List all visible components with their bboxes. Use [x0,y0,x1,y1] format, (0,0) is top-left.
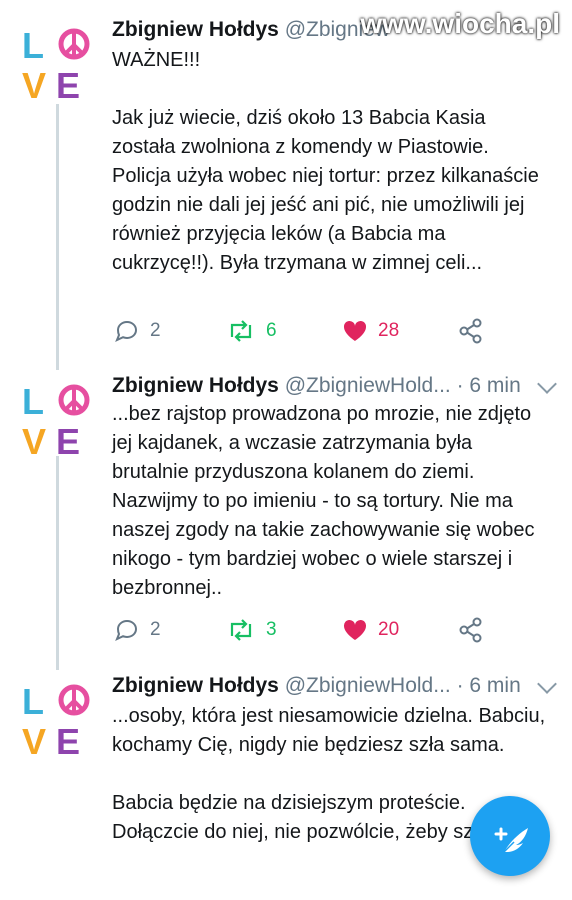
reply-count: 2 [150,619,161,640]
share-icon [459,318,482,344]
author-name[interactable]: Zbigniew Hołdys [112,374,279,397]
retweet-count: 3 [266,619,277,640]
tweet-text: ...bez rajstop prowadzona po mrozie, nie… [112,403,541,599]
compose-tweet-button[interactable] [470,796,550,876]
author-handle[interactable]: @ZbigniewHold... [285,374,451,397]
like-count: 20 [378,619,400,640]
author-name[interactable]: Zbigniew Hołdys [112,18,279,41]
svg-text:L: L [22,681,44,722]
compose-feather-icon [494,827,528,855]
tweet-time: · 6 min [456,374,521,397]
love-avatar-icon: L V E [22,381,90,462]
reply-button[interactable]: 2 [114,615,161,645]
share-button[interactable] [458,615,484,645]
reply-count: 2 [150,320,161,341]
tweet[interactable]: L V E Zbigniew Hołdys @ZbigniewHold... ·… [0,370,572,670]
like-button[interactable]: 28 [342,316,399,346]
svg-text:V: V [22,65,46,102]
reply-icon [115,619,138,641]
svg-text:E: E [56,721,80,758]
tweet[interactable]: L V E Zbigniew Hołdys @Zbigniew WAŻNE!!!… [0,0,572,370]
retweet-count: 6 [266,320,277,341]
heart-icon [343,320,367,341]
svg-text:V: V [22,421,46,458]
reply-button[interactable]: 2 [114,316,161,346]
retweet-icon [230,320,252,342]
watermark: www.wiocha.pl [360,8,560,39]
svg-text:E: E [56,65,80,102]
love-avatar-icon: L V E [22,25,90,106]
retweet-icon [230,619,252,641]
svg-text:E: E [56,421,80,458]
tweet-text: WAŻNE!!! Jak już wiecie, dziś około 13 B… [112,49,539,274]
share-button[interactable] [458,316,484,346]
avatar[interactable]: L V E [18,22,98,106]
retweet-button[interactable]: 6 [226,316,277,346]
reply-icon [115,320,138,342]
chevron-down-icon[interactable] [537,674,557,694]
heart-icon [343,619,367,640]
like-count: 28 [378,320,400,341]
retweet-button[interactable]: 3 [226,615,277,645]
tweet-actions: 2 3 20 [112,615,552,645]
tweet-header: Zbigniew Hołdys @ZbigniewHold... · 6 min [112,674,522,704]
svg-text:L: L [22,381,44,422]
avatar[interactable]: L V E [18,378,98,462]
chevron-down-icon[interactable] [537,374,557,394]
author-name[interactable]: Zbigniew Hołdys [112,674,279,697]
avatar[interactable]: L V E [18,678,98,762]
share-icon [459,617,482,643]
author-handle[interactable]: @ZbigniewHold... [285,674,451,697]
tweet-time: · 6 min [456,674,521,697]
tweet-actions: 2 6 28 [112,316,552,346]
svg-text:V: V [22,721,46,758]
love-avatar-icon: L V E [22,681,90,762]
like-button[interactable]: 20 [342,615,399,645]
svg-text:L: L [22,25,44,66]
